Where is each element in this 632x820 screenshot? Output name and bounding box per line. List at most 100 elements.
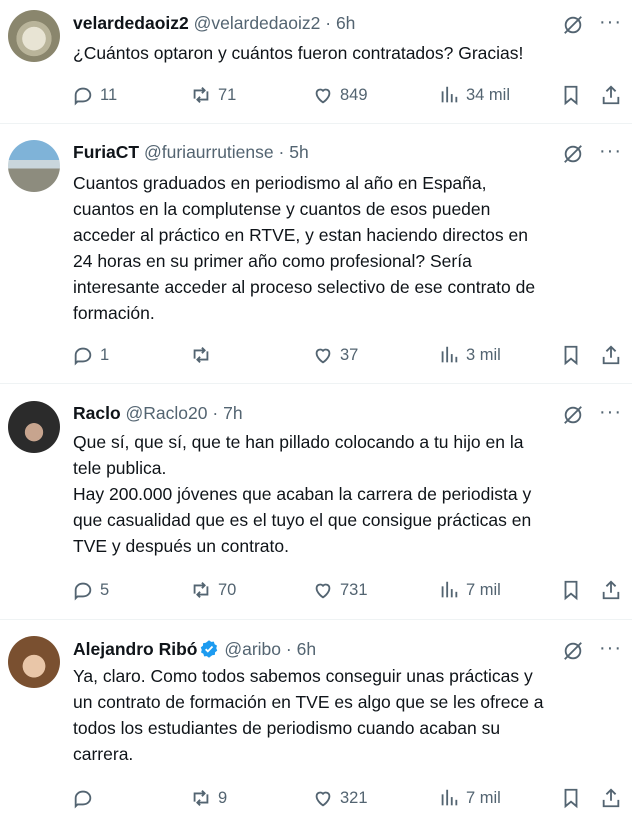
timestamp[interactable]: 6h (336, 13, 355, 33)
reply-icon (74, 790, 92, 809)
share-icon (602, 580, 620, 600)
views-count: 7 mil (466, 788, 501, 807)
author-handle[interactable]: @velardedaoiz2 (194, 13, 321, 33)
tweet-text: Que sí, que sí, que te han pillado coloc… (73, 432, 532, 556)
avatar[interactable] (8, 140, 60, 192)
author-handle[interactable]: @furiaurrutiense (144, 142, 274, 162)
more-icon[interactable]: ··· (599, 141, 622, 161)
views-button[interactable]: 34 mil (438, 81, 510, 109)
separator: · (325, 13, 332, 33)
tweet[interactable]: Alejandro Ribó @aribo · 6h ··· Ya, claro… (0, 620, 632, 820)
bookmark-button[interactable] (560, 784, 582, 812)
retweet-icon (193, 347, 209, 363)
heart-icon (315, 88, 331, 104)
retweet-button[interactable]: 70 (190, 576, 236, 604)
views-button[interactable]: 7 mil (438, 576, 501, 604)
reply-button[interactable]: 5 (72, 576, 109, 604)
retweet-icon (193, 87, 209, 103)
like-button[interactable]: 849 (312, 81, 368, 109)
more-icon[interactable]: ··· (599, 638, 622, 658)
more-icon[interactable]: ··· (599, 402, 622, 422)
retweet-count: 70 (218, 580, 237, 599)
retweet-count: 9 (218, 788, 228, 807)
timestamp[interactable]: 6h (297, 639, 316, 659)
retweet-button[interactable]: 71 (190, 81, 236, 109)
views-button[interactable]: 3 mil (438, 341, 501, 369)
grok-icon[interactable] (562, 143, 584, 165)
tweet-text: Cuantos graduados en periodismo al año e… (73, 173, 536, 323)
share-button[interactable] (600, 784, 622, 812)
bookmark-icon (564, 85, 578, 106)
avatar[interactable] (8, 636, 60, 688)
like-button[interactable]: 321 (312, 784, 368, 812)
bookmark-icon (564, 580, 578, 601)
tweet-text: ¿Cuántos optaron y cuántos fueron contra… (73, 43, 524, 63)
author-name[interactable]: FuriaCT (73, 142, 139, 162)
tweet-top-actions: ··· (562, 402, 622, 426)
views-button[interactable]: 7 mil (438, 784, 501, 812)
more-icon[interactable]: ··· (599, 12, 622, 32)
reply-button[interactable]: 1 (72, 341, 109, 369)
tweet-header: velardedaoiz2 @velardedaoiz2 · 6h (73, 12, 355, 34)
views-icon (441, 86, 458, 103)
retweet-button[interactable]: 9 (190, 784, 227, 812)
tweet-actions: 1 37 3 mil (72, 341, 624, 369)
share-icon (602, 85, 620, 105)
author-name[interactable]: Raclo (73, 403, 121, 423)
reply-button[interactable] (72, 784, 100, 812)
bookmark-button[interactable] (560, 576, 582, 604)
views-count: 3 mil (466, 345, 501, 364)
bookmark-button[interactable] (560, 341, 582, 369)
avatar[interactable] (8, 401, 60, 453)
bookmark-button[interactable] (560, 81, 582, 109)
retweet-count: 71 (218, 85, 237, 104)
heart-icon (315, 583, 331, 599)
like-button[interactable]: 731 (312, 576, 368, 604)
reply-button[interactable]: 11 (72, 81, 117, 109)
like-count: 37 (340, 345, 359, 364)
author-handle[interactable]: @aribo (224, 639, 281, 659)
reply-icon (74, 582, 92, 601)
heart-icon (315, 348, 331, 364)
like-count: 321 (340, 788, 368, 807)
timestamp[interactable]: 5h (289, 142, 308, 162)
separator: · (212, 403, 219, 423)
author-name[interactable]: Alejandro Ribó (73, 639, 197, 659)
like-count: 731 (340, 580, 368, 599)
tweet[interactable]: Raclo @Raclo20 · 7h ··· Que sí, que sí, … (0, 384, 632, 620)
tweet[interactable]: FuriaCT @furiaurrutiense · 5h ··· Cuanto… (0, 124, 632, 384)
timestamp[interactable]: 7h (223, 403, 242, 423)
bookmark-icon (564, 788, 578, 809)
share-icon (602, 788, 620, 808)
grok-icon[interactable] (562, 14, 584, 36)
tweet-header: Alejandro Ribó @aribo · 6h (73, 638, 316, 660)
tweet[interactable]: velardedaoiz2 @velardedaoiz2 · 6h ··· ¿C… (0, 0, 632, 124)
tweet-actions: 9 321 7 mil (72, 784, 624, 812)
share-button[interactable] (600, 81, 622, 109)
grok-icon[interactable] (562, 640, 584, 662)
retweet-button[interactable] (190, 341, 218, 369)
reply-icon (74, 347, 92, 366)
heart-icon (315, 791, 331, 807)
tweet-top-actions: ··· (562, 12, 622, 36)
verified-badge-icon (201, 640, 218, 658)
share-button[interactable] (600, 341, 622, 369)
author-name[interactable]: velardedaoiz2 (73, 13, 189, 33)
tweet-actions: 5 70 731 7 mil (72, 576, 624, 604)
author-handle[interactable]: @Raclo20 (126, 403, 208, 423)
separator: · (278, 142, 285, 162)
reply-count: 1 (100, 345, 110, 364)
views-icon (441, 789, 458, 806)
share-button[interactable] (600, 576, 622, 604)
like-button[interactable]: 37 (312, 341, 358, 369)
reply-count: 11 (100, 85, 118, 104)
tweet-header: FuriaCT @furiaurrutiense · 5h (73, 141, 309, 163)
reply-count: 5 (100, 580, 110, 599)
share-icon (602, 345, 620, 365)
grok-icon[interactable] (562, 404, 584, 426)
separator: · (285, 639, 292, 659)
avatar[interactable] (8, 10, 60, 62)
views-count: 34 mil (466, 85, 511, 104)
reply-icon (74, 87, 92, 106)
tweet-header: Raclo @Raclo20 · 7h (73, 402, 243, 424)
